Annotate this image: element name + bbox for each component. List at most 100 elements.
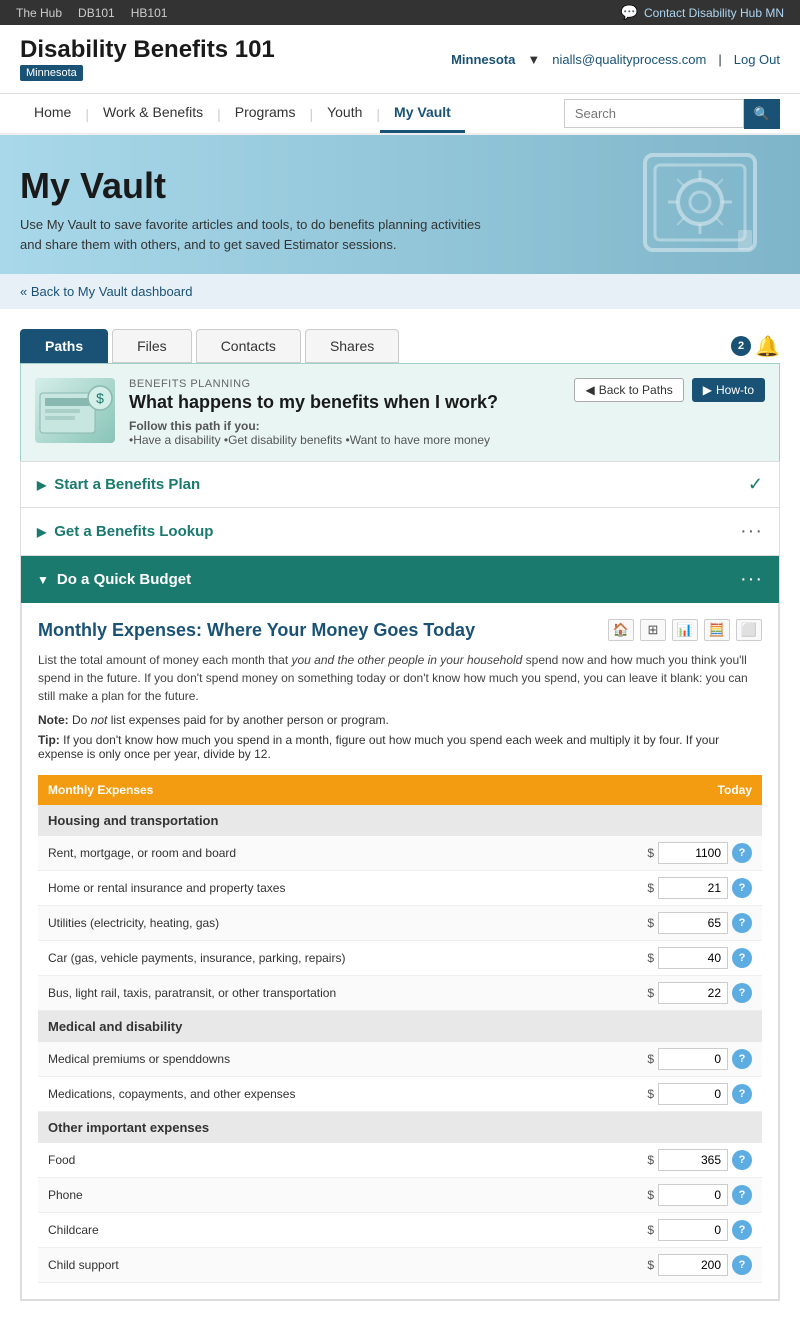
expense-input[interactable] (658, 1184, 728, 1206)
back-to-paths-button[interactable]: ◀ Back to Paths (574, 378, 683, 402)
expense-table: Monthly Expenses Today Housing and trans… (38, 775, 762, 1283)
top-bar-link-db101[interactable]: DB101 (78, 6, 115, 20)
nav-work-benefits[interactable]: Work & Benefits (89, 94, 217, 133)
user-email[interactable]: nialls@qualityprocess.com (552, 52, 706, 67)
table-row: Bus, light rail, taxis, paratransit, or … (38, 976, 762, 1011)
state-selector[interactable]: Minnesota (451, 52, 515, 67)
bell-icon: 🔔 (755, 334, 780, 359)
dollar-sign: $ (647, 1258, 654, 1272)
tab-files[interactable]: Files (112, 329, 192, 363)
accordion-arrow-budget: ▼ (37, 573, 49, 587)
site-subtitle: Minnesota (20, 65, 83, 81)
top-bar-link-hb101[interactable]: HB101 (131, 6, 168, 20)
expense-label: Phone (38, 1178, 558, 1213)
input-cell: $ ? (568, 1149, 752, 1171)
expense-label: Food (38, 1143, 558, 1178)
header-right: Minnesota ▼ nialls@qualityprocess.com | … (451, 52, 780, 67)
search-input[interactable] (564, 99, 744, 128)
tab-shares[interactable]: Shares (305, 329, 399, 363)
expense-label: Car (gas, vehicle payments, insurance, p… (38, 941, 558, 976)
expense-input[interactable] (658, 1149, 728, 1171)
help-button[interactable]: ? (732, 1255, 752, 1275)
top-bar-link-hub[interactable]: The Hub (16, 6, 62, 20)
logout-link[interactable]: Log Out (734, 52, 780, 67)
input-cell: $ ? (568, 1048, 752, 1070)
path-card-image: $ (35, 378, 115, 443)
path-card-label: BENEFITS PLANNING (129, 378, 560, 390)
brand: Disability Benefits 101 Minnesota (20, 37, 275, 81)
help-button[interactable]: ? (732, 1084, 752, 1104)
expense-input[interactable] (658, 982, 728, 1004)
accordion-arrow-lookup: ▶ (37, 525, 46, 539)
input-cell: $ ? (568, 1219, 752, 1241)
top-bar: The Hub DB101 HB101 💬 Contact Disability… (0, 0, 800, 25)
table-row: Medications, copayments, and other expen… (38, 1077, 762, 1112)
hero-description: Use My Vault to save favorite articles a… (20, 215, 500, 254)
accordion-header-benefits-lookup[interactable]: ▶ Get a Benefits Lookup ··· (21, 508, 779, 555)
help-button[interactable]: ? (732, 843, 752, 863)
dollar-sign: $ (647, 1153, 654, 1167)
budget-home-icon[interactable]: 🏠 (608, 619, 634, 641)
accordion-benefits-lookup: ▶ Get a Benefits Lookup ··· (20, 507, 780, 556)
budget-tip: Tip: If you don't know how much you spen… (38, 733, 762, 761)
main-content: Paths Files Contacts Shares 2 🔔 $ (0, 309, 800, 1321)
accordion-header-quick-budget[interactable]: ▼ Do a Quick Budget ··· (21, 556, 779, 603)
help-button[interactable]: ? (732, 948, 752, 968)
budget-table-icon[interactable]: ⊞ (640, 619, 666, 641)
help-button[interactable]: ? (732, 1150, 752, 1170)
tab-paths[interactable]: Paths (20, 329, 108, 363)
input-cell: $ ? (568, 1254, 752, 1276)
help-button[interactable]: ? (732, 1220, 752, 1240)
header-sep-2: | (718, 52, 721, 67)
nav-bar: Home | Work & Benefits | Programs | Yout… (0, 94, 800, 135)
table-section-header: Medical and disability (38, 1011, 762, 1043)
budget-note: Note: Do not list expenses paid for by a… (38, 713, 762, 727)
nav-home[interactable]: Home (20, 94, 85, 133)
table-section-header: Housing and transportation (38, 805, 762, 836)
search-button[interactable]: 🔍 (744, 99, 780, 129)
site-title: Disability Benefits 101 (20, 37, 275, 63)
table-row: Childcare $ ? (38, 1213, 762, 1248)
help-button[interactable]: ? (732, 878, 752, 898)
notification-bell[interactable]: 2 🔔 (731, 334, 780, 359)
nav-my-vault[interactable]: My Vault (380, 94, 465, 133)
expense-input[interactable] (658, 842, 728, 864)
expense-input[interactable] (658, 912, 728, 934)
expense-input[interactable] (658, 877, 728, 899)
help-button[interactable]: ? (732, 1185, 752, 1205)
expense-label: Medical premiums or spenddowns (38, 1042, 558, 1077)
dollar-sign: $ (647, 1087, 654, 1101)
expense-input[interactable] (658, 1219, 728, 1241)
top-bar-contact: 💬 Contact Disability Hub MN (621, 4, 784, 21)
table-row: Utilities (electricity, heating, gas) $ … (38, 906, 762, 941)
accordion-header-start-benefits[interactable]: ▶ Start a Benefits Plan ✓ (21, 462, 779, 507)
budget-print-icon[interactable]: ⬜ (736, 619, 762, 641)
tab-contacts[interactable]: Contacts (196, 329, 301, 363)
budget-calc-icon[interactable]: 🧮 (704, 619, 730, 641)
svg-text:$: $ (96, 390, 104, 406)
dollar-sign: $ (647, 951, 654, 965)
budget-chart-icon[interactable]: 📊 (672, 619, 698, 641)
budget-description: List the total amount of money each mont… (38, 651, 762, 705)
table-row: Medical premiums or spenddowns $ ? (38, 1042, 762, 1077)
expense-input[interactable] (658, 1254, 728, 1276)
nav-programs[interactable]: Programs (221, 94, 310, 133)
expense-input[interactable] (658, 947, 728, 969)
help-button[interactable]: ? (732, 983, 752, 1003)
help-button[interactable]: ? (732, 1049, 752, 1069)
accordion-quick-budget: ▼ Do a Quick Budget ··· Monthly Expenses… (20, 555, 780, 1301)
how-to-button[interactable]: ▶ How-to (692, 378, 765, 402)
expense-input[interactable] (658, 1048, 728, 1070)
contact-label[interactable]: Contact Disability Hub MN (644, 6, 784, 20)
dollar-sign: $ (647, 1052, 654, 1066)
input-cell: $ ? (568, 877, 752, 899)
tabs: Paths Files Contacts Shares (20, 329, 399, 363)
expense-input[interactable] (658, 1083, 728, 1105)
input-cell: $ ? (568, 947, 752, 969)
back-to-vault-link[interactable]: « Back to My Vault dashboard (20, 284, 192, 299)
help-button[interactable]: ? (732, 913, 752, 933)
col-today: Today (558, 775, 762, 805)
nav-youth[interactable]: Youth (313, 94, 376, 133)
budget-content: Monthly Expenses: Where Your Money Goes … (21, 603, 779, 1300)
accordion-title-benefits-lookup: ▶ Get a Benefits Lookup (37, 523, 213, 540)
